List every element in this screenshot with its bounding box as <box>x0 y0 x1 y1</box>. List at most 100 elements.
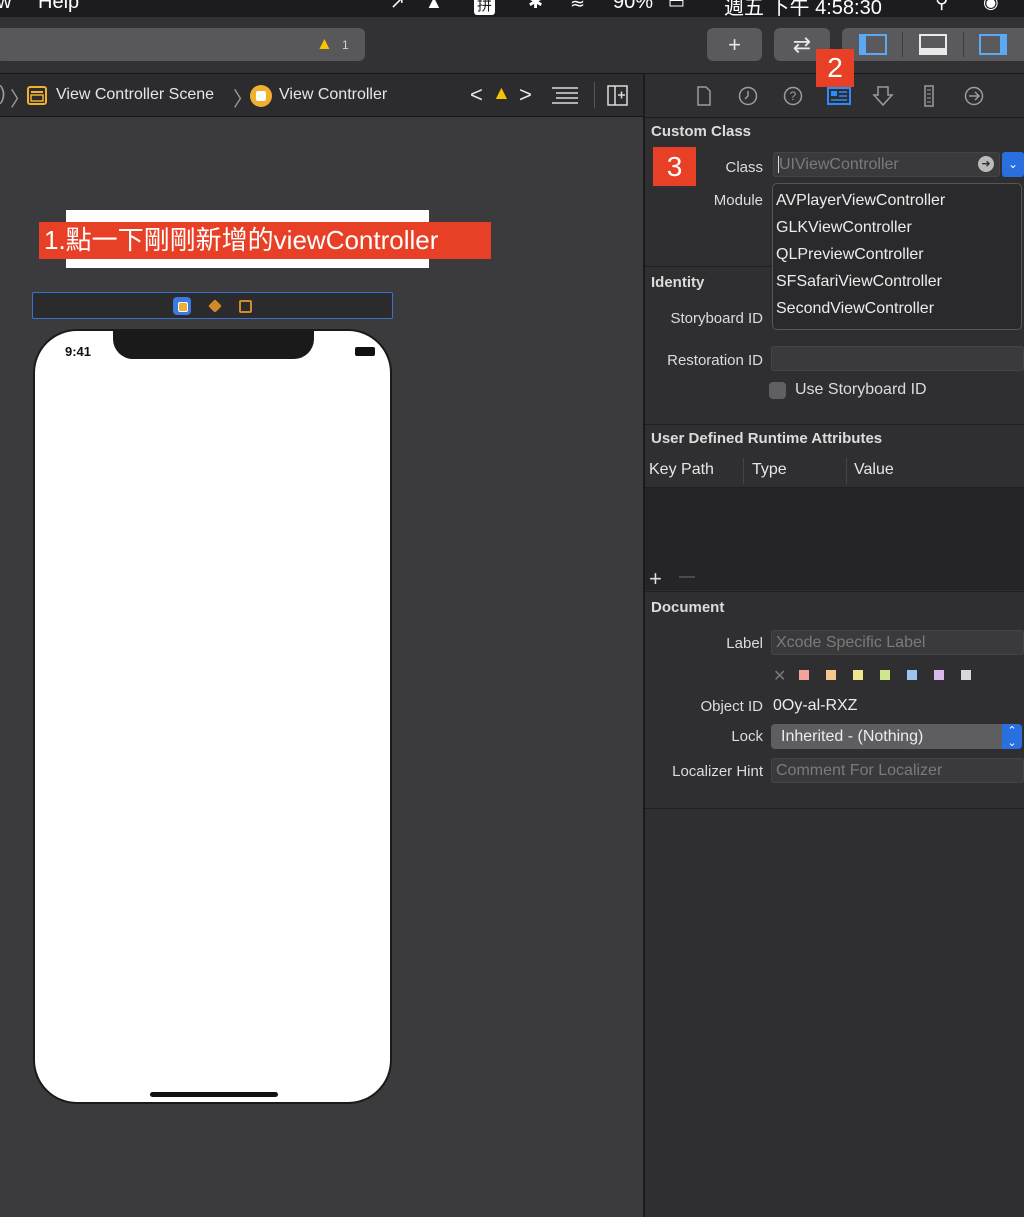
battery-icon[interactable]: ▭ <box>668 0 685 13</box>
swatch-purple[interactable] <box>934 670 944 680</box>
exit-icon[interactable] <box>239 300 252 313</box>
swatch-blue[interactable] <box>907 670 917 680</box>
inspector-tabs: ? 2 <box>645 49 1024 118</box>
class-option[interactable]: SecondViewController <box>776 300 934 318</box>
breadcrumb-scene[interactable]: View Controller Scene <box>56 86 214 104</box>
lock-label: Lock <box>731 728 763 745</box>
view-controller-icon[interactable] <box>173 297 191 315</box>
xcode-label-field[interactable]: Xcode Specific Label <box>771 630 1024 655</box>
updown-chevron-icon[interactable]: ⌃ ⌄ <box>1002 724 1022 749</box>
class-dropdown-button[interactable]: ⌄ <box>1002 152 1024 177</box>
sync-icon[interactable]: ↗ <box>390 0 405 13</box>
file-inspector-icon[interactable] <box>693 85 715 107</box>
use-storyboard-id-label: Use Storyboard ID <box>795 381 927 398</box>
previous-issue-icon[interactable]: < <box>470 82 483 108</box>
size-inspector-icon[interactable] <box>918 85 940 107</box>
clear-color-icon[interactable]: ✕ <box>773 666 786 686</box>
warning-count: 1 <box>342 38 349 52</box>
swatch-yellow[interactable] <box>853 670 863 680</box>
device-notch <box>113 329 314 359</box>
class-option[interactable]: QLPreviewController <box>776 246 924 264</box>
attributes-inspector-icon[interactable] <box>872 85 894 107</box>
object-id-label: Object ID <box>700 698 763 715</box>
library-button[interactable]: + <box>707 28 762 61</box>
menu-help[interactable]: Help <box>38 0 79 14</box>
help-inspector-icon[interactable]: ? <box>782 85 804 107</box>
module-label: Module <box>713 192 763 209</box>
column-value[interactable]: Value <box>854 461 894 479</box>
go-to-class-icon[interactable]: ➜ <box>978 156 994 172</box>
wifi-icon[interactable]: ≋ <box>570 0 585 13</box>
battery-percentage: 90% <box>613 0 654 13</box>
next-issue-icon[interactable]: > <box>519 82 532 108</box>
swatch-gray[interactable] <box>961 670 971 680</box>
toggle-inspector-button[interactable] <box>964 28 1024 61</box>
bottom-panel-icon <box>919 34 947 55</box>
view-controller-icon <box>250 85 272 107</box>
udr-heading: User Defined Runtime Attributes <box>651 430 883 447</box>
scene-dock[interactable] <box>32 292 393 319</box>
battery-icon <box>355 347 375 356</box>
activity-viewer[interactable]: ▲ 1 <box>0 28 365 61</box>
remove-attribute-button[interactable]: — <box>679 568 695 586</box>
step-1-callout: 1.點一下剛剛新增的viewController <box>39 222 491 259</box>
step-3-callout: 3 <box>653 147 696 186</box>
udr-table[interactable]: + — <box>645 488 1024 592</box>
home-indicator <box>150 1092 278 1097</box>
menubar-clock[interactable]: 週五 下午 4:58:30 <box>724 0 882 17</box>
panel-toggle-control <box>842 28 1024 61</box>
restoration-id-label: Restoration ID <box>667 352 763 369</box>
storyboard-id-label: Storyboard ID <box>670 310 763 327</box>
swatch-orange[interactable] <box>826 670 836 680</box>
status-bar-time: 9:41 <box>65 344 92 359</box>
input-method-icon[interactable]: 拼 <box>474 0 496 15</box>
localizer-hint-field[interactable]: Comment For Localizer <box>771 758 1024 783</box>
step-2-callout: 2 <box>816 49 854 87</box>
warning-icon[interactable]: ▲ <box>492 83 511 105</box>
scene-icon <box>27 86 47 105</box>
localizer-placeholder: Comment For Localizer <box>776 762 943 779</box>
siri-icon[interactable]: ◉ <box>983 0 999 13</box>
connections-inspector-icon[interactable] <box>963 85 985 107</box>
restoration-id-field[interactable] <box>771 346 1024 371</box>
inspector-panel: ? 2 Custom Class 3 Class UIViewControlle… <box>645 49 1024 1217</box>
document-heading: Document <box>651 599 725 616</box>
svg-text:?: ? <box>790 89 797 103</box>
swatch-green[interactable] <box>880 670 890 680</box>
xcode-toolbar: ▲ 1 + ⇄ <box>0 17 1024 74</box>
class-placeholder: UIViewController <box>779 156 899 173</box>
airplay-icon[interactable]: ▲ <box>425 0 443 13</box>
class-option[interactable]: GLKViewController <box>776 219 912 237</box>
storyboard-canvas[interactable]: 1.點一下剛剛新增的viewController 9:41 <box>0 118 643 1217</box>
class-option[interactable]: AVPlayerViewController <box>776 192 945 210</box>
class-input[interactable]: UIViewController <box>773 152 1000 177</box>
identity-heading: Identity <box>651 274 705 291</box>
class-suggestions-dropdown[interactable]: AVPlayerViewController GLKViewController… <box>772 183 1022 330</box>
localizer-hint-label: Localizer Hint <box>672 763 763 780</box>
bluetooth-icon[interactable]: ✱ <box>528 0 543 13</box>
custom-class-heading: Custom Class <box>651 123 752 140</box>
add-attribute-button[interactable]: + <box>649 566 662 592</box>
label-placeholder: Xcode Specific Label <box>776 634 926 651</box>
add-editor-icon[interactable] <box>607 85 629 107</box>
class-option[interactable]: SFSafariViewController <box>776 273 942 291</box>
identity-inspector-icon[interactable] <box>827 85 851 107</box>
toggle-debug-area-button[interactable] <box>903 28 963 61</box>
iphone-scene-view[interactable]: 9:41 <box>33 329 392 1104</box>
column-key-path[interactable]: Key Path <box>649 461 714 479</box>
macos-menubar: w Help ↗ ▲ 拼 ✱ ≋ 90% ▭ 週五 下午 4:58:30 ⚲ ◉ <box>0 0 1024 17</box>
swatch-red[interactable] <box>799 670 809 680</box>
label-label: Label <box>726 635 763 652</box>
breadcrumb-controller[interactable]: View Controller <box>279 86 387 104</box>
right-panel-icon <box>979 34 1007 55</box>
history-inspector-icon[interactable] <box>737 85 759 107</box>
warning-icon[interactable]: ▲ <box>316 34 333 54</box>
use-storyboard-id-checkbox[interactable] <box>769 382 786 399</box>
jump-bar: ) 〉 View Controller Scene 〉 View Control… <box>0 74 643 117</box>
menu-window[interactable]: w <box>0 0 11 14</box>
spotlight-icon[interactable]: ⚲ <box>935 0 948 13</box>
column-type[interactable]: Type <box>752 461 787 479</box>
first-responder-icon[interactable] <box>208 299 222 313</box>
editor-options-icon[interactable] <box>552 86 580 106</box>
lock-popup[interactable]: Inherited - (Nothing) <box>771 724 1022 749</box>
